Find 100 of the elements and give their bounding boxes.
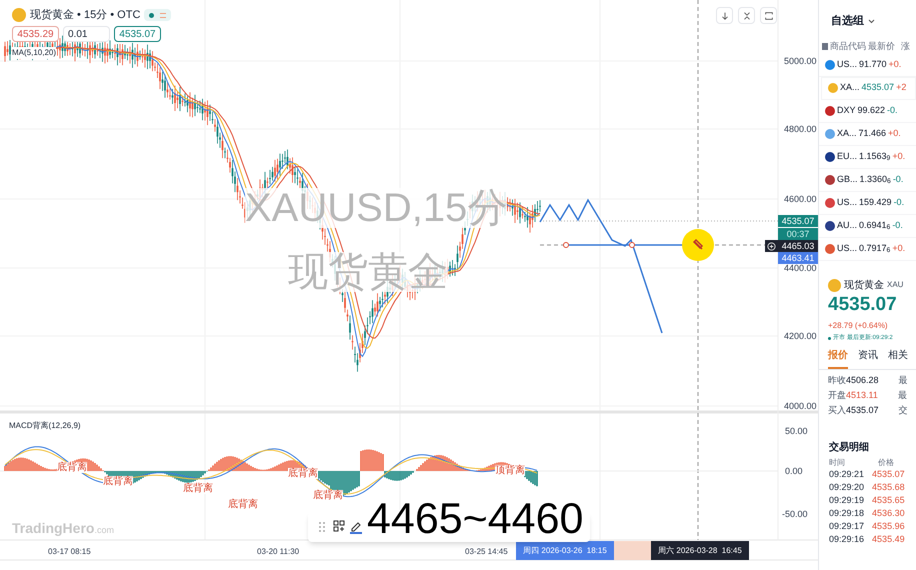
price-change: -0. (892, 172, 904, 186)
chart-watermark: 现货黄金 (288, 252, 448, 292)
divergence-label: 底背离 (288, 468, 318, 479)
collapse-icon (742, 10, 752, 22)
last-price: 1.3360$_{6}$ (860, 172, 891, 186)
price-tag: 4535.07 (778, 215, 818, 227)
cursor-circle (682, 229, 714, 261)
sell-price-button[interactable]: 4535.29 (12, 26, 59, 42)
plus-icon (767, 242, 776, 250)
price-change: +0. (888, 58, 902, 71)
stat-label: 开盘 (828, 389, 846, 402)
time-axis-label: 03-20 11:30 (257, 546, 300, 558)
column-header: 时间 (829, 456, 845, 468)
watchlist-title[interactable]: 自选组 (831, 13, 864, 30)
stat-value: 4513.11 (846, 389, 878, 402)
column-header: 价格 (878, 456, 894, 468)
coin-icon (828, 278, 841, 292)
macd-axis-label: 0.00 (785, 465, 803, 478)
price-axis-label: 4600.00 (784, 193, 817, 206)
caption-text: 4465~4460 (367, 500, 584, 538)
last-price: 91.770 (859, 58, 887, 71)
price-change: +0. (892, 242, 906, 255)
currency-icon (825, 60, 835, 70)
column-header: 涨 (901, 40, 910, 53)
trade-price: 4535.96 (872, 520, 905, 534)
time-axis-label: 03-17 08:15 (48, 546, 91, 558)
price-change: -0. (892, 218, 903, 232)
menu-icon (160, 12, 166, 18)
divergence-label: 底背离 (57, 462, 87, 473)
price-change: +0. (888, 126, 901, 140)
price-axis-label: 4800.00 (784, 123, 817, 136)
currency-icon (825, 198, 835, 208)
price-axis-label: 5000.00 (784, 55, 817, 68)
last-price: 4535.07 (862, 81, 894, 94)
trade-price: 4535.65 (872, 494, 905, 508)
trade-time: 09:29:18 (829, 507, 864, 520)
trade-price: 4536.30 (872, 507, 905, 520)
watchlist-row[interactable]: XA... 4535.07 +2 (821, 76, 916, 100)
watchlist-row[interactable]: EU... 1.1563$_{9}$ +0. (819, 146, 916, 168)
last-price: 159.429 (859, 196, 892, 209)
price-axis-label: 4200.00 (784, 330, 817, 343)
status-toggle[interactable] (144, 9, 172, 22)
last-price: 0.6941$_{6}$ (859, 218, 890, 232)
price-axis-label: 4400.00 (784, 262, 817, 275)
caret-icon (868, 18, 875, 24)
divergence-label: 底背离 (228, 499, 258, 510)
pencil-icon[interactable] (350, 520, 362, 534)
stat-label: 买入 (828, 404, 846, 418)
trade-price: 4535.49 (872, 533, 905, 546)
last-price: 71.466 (858, 126, 886, 140)
chart-watermark: XAUUSD,15分 (245, 188, 508, 228)
symbol-title: 现货黄金 • 15分 • OTC (30, 8, 140, 23)
watchlist-row[interactable]: GB... 1.3360$_{6}$ -0. (819, 168, 916, 192)
lot-field[interactable]: 0.01 (63, 26, 110, 42)
add-widget-icon[interactable] (333, 520, 345, 534)
stat-value: 4535.07 (846, 404, 879, 418)
watchlist-row[interactable]: US... 91.770 +0. (819, 54, 916, 76)
watchlist-row[interactable]: XA... 71.466 +0. (819, 122, 916, 146)
price-change: -0. (887, 104, 898, 117)
price-change: +28.79 (+0.64%) (827, 320, 889, 332)
stat-label: 最 (898, 374, 908, 388)
symbol-code: XA... (837, 126, 857, 140)
price-tag: 00:37 (778, 228, 818, 240)
watchlist-row[interactable]: US... 159.429 -0. (819, 192, 916, 214)
column-header: 最新价 (868, 40, 895, 53)
macd-axis-label: -50.00 (782, 508, 808, 521)
watchlist-row[interactable]: DXY 99.622 -0. (819, 100, 916, 122)
watchlist-row[interactable]: US... 0.7917$_{6}$ +0. (819, 238, 916, 260)
currency-icon (828, 83, 838, 93)
currency-icon (825, 152, 835, 162)
down-arrow-button[interactable] (716, 7, 733, 24)
projection-time-label: 周六 2026-03-28 16:45 (651, 541, 749, 560)
collapse-button[interactable] (738, 7, 755, 24)
stat-label: 昨收 (828, 374, 846, 388)
stat-label: 交 (898, 404, 908, 418)
symbol-code: EU... (837, 150, 858, 163)
trade-time: 09:29:19 (829, 494, 864, 508)
price-tag: 4463.41 (778, 252, 818, 264)
column-header: 商品代码 (830, 40, 866, 53)
drag-handle-icon[interactable] (316, 520, 328, 534)
detail-tab[interactable]: 资讯 (858, 348, 878, 368)
instrument-code: XAU (887, 279, 904, 291)
price-change: +0. (892, 150, 906, 163)
divergence-label: 顶背离 (495, 465, 525, 476)
currency-icon (825, 128, 835, 138)
watchlist-row[interactable]: AU... 0.6941$_{6}$ -0. (819, 214, 916, 238)
divergence-label: 底背离 (313, 490, 343, 501)
indicator-label: MA(5,10,20) (12, 47, 56, 59)
buy-price-button[interactable]: 4535.07 (114, 26, 161, 42)
symbol-code: GB... (837, 172, 858, 186)
macd-axis-label: 50.00 (785, 425, 808, 438)
stat-value: 4506.28 (846, 374, 879, 388)
symbol-code: US... (837, 242, 858, 255)
symbol-code: DXY (837, 104, 856, 117)
trade-time: 09:29:20 (829, 481, 864, 494)
last-price: 0.7917$_{6}$ (859, 242, 890, 256)
price-axis-label: 4000.00 (784, 400, 817, 413)
fullscreen-button[interactable] (760, 7, 777, 24)
add-alert-button[interactable] (765, 240, 778, 252)
detail-tab[interactable]: 相关 (888, 348, 908, 368)
